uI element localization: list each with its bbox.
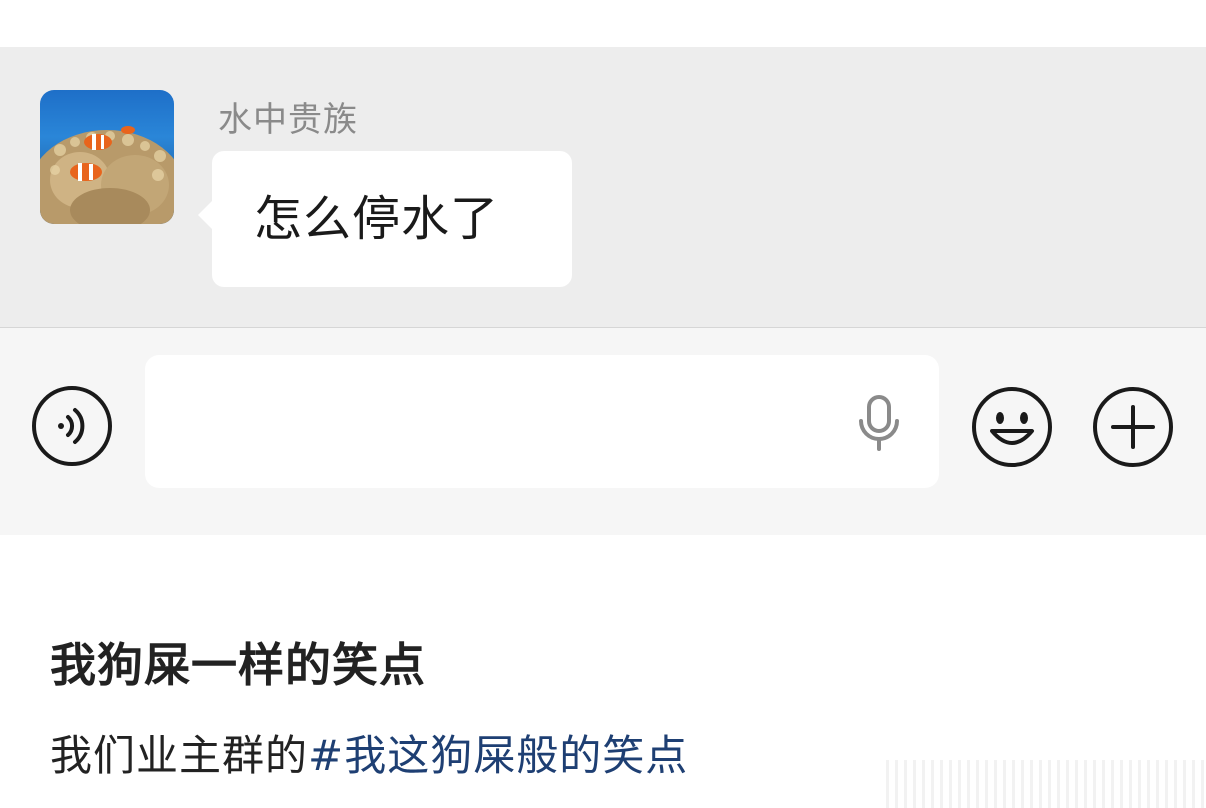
clownfish-anemone-avatar-icon (40, 90, 174, 224)
top-strip (0, 0, 1206, 47)
chat-area (0, 47, 1206, 327)
emoji-button[interactable] (970, 385, 1054, 469)
message-text: 怎么停水了 (254, 191, 500, 247)
voice-mode-button[interactable] (30, 384, 114, 468)
message-input-box[interactable] (145, 355, 939, 490)
message-input[interactable] (169, 355, 833, 490)
sender-avatar[interactable] (40, 90, 174, 224)
plus-circle-icon (1093, 387, 1173, 467)
watermark-strip (880, 760, 1206, 808)
smiley-face-icon (972, 387, 1052, 467)
more-actions-button[interactable] (1091, 385, 1175, 469)
sender-name: 水中贵族 (218, 100, 358, 140)
post-body: 我们业主群的#我这狗屎般的笑点 (50, 728, 688, 784)
post-body-text: 我们业主群的 (50, 731, 309, 780)
message-bubble[interactable]: 怎么停水了 (198, 151, 572, 287)
microphone-icon[interactable] (857, 395, 901, 451)
post-title: 我狗屎一样的笑点 (50, 638, 426, 692)
voice-mode-icon (32, 386, 112, 466)
hashtag-link[interactable]: #我这狗屎般的笑点 (308, 731, 688, 780)
